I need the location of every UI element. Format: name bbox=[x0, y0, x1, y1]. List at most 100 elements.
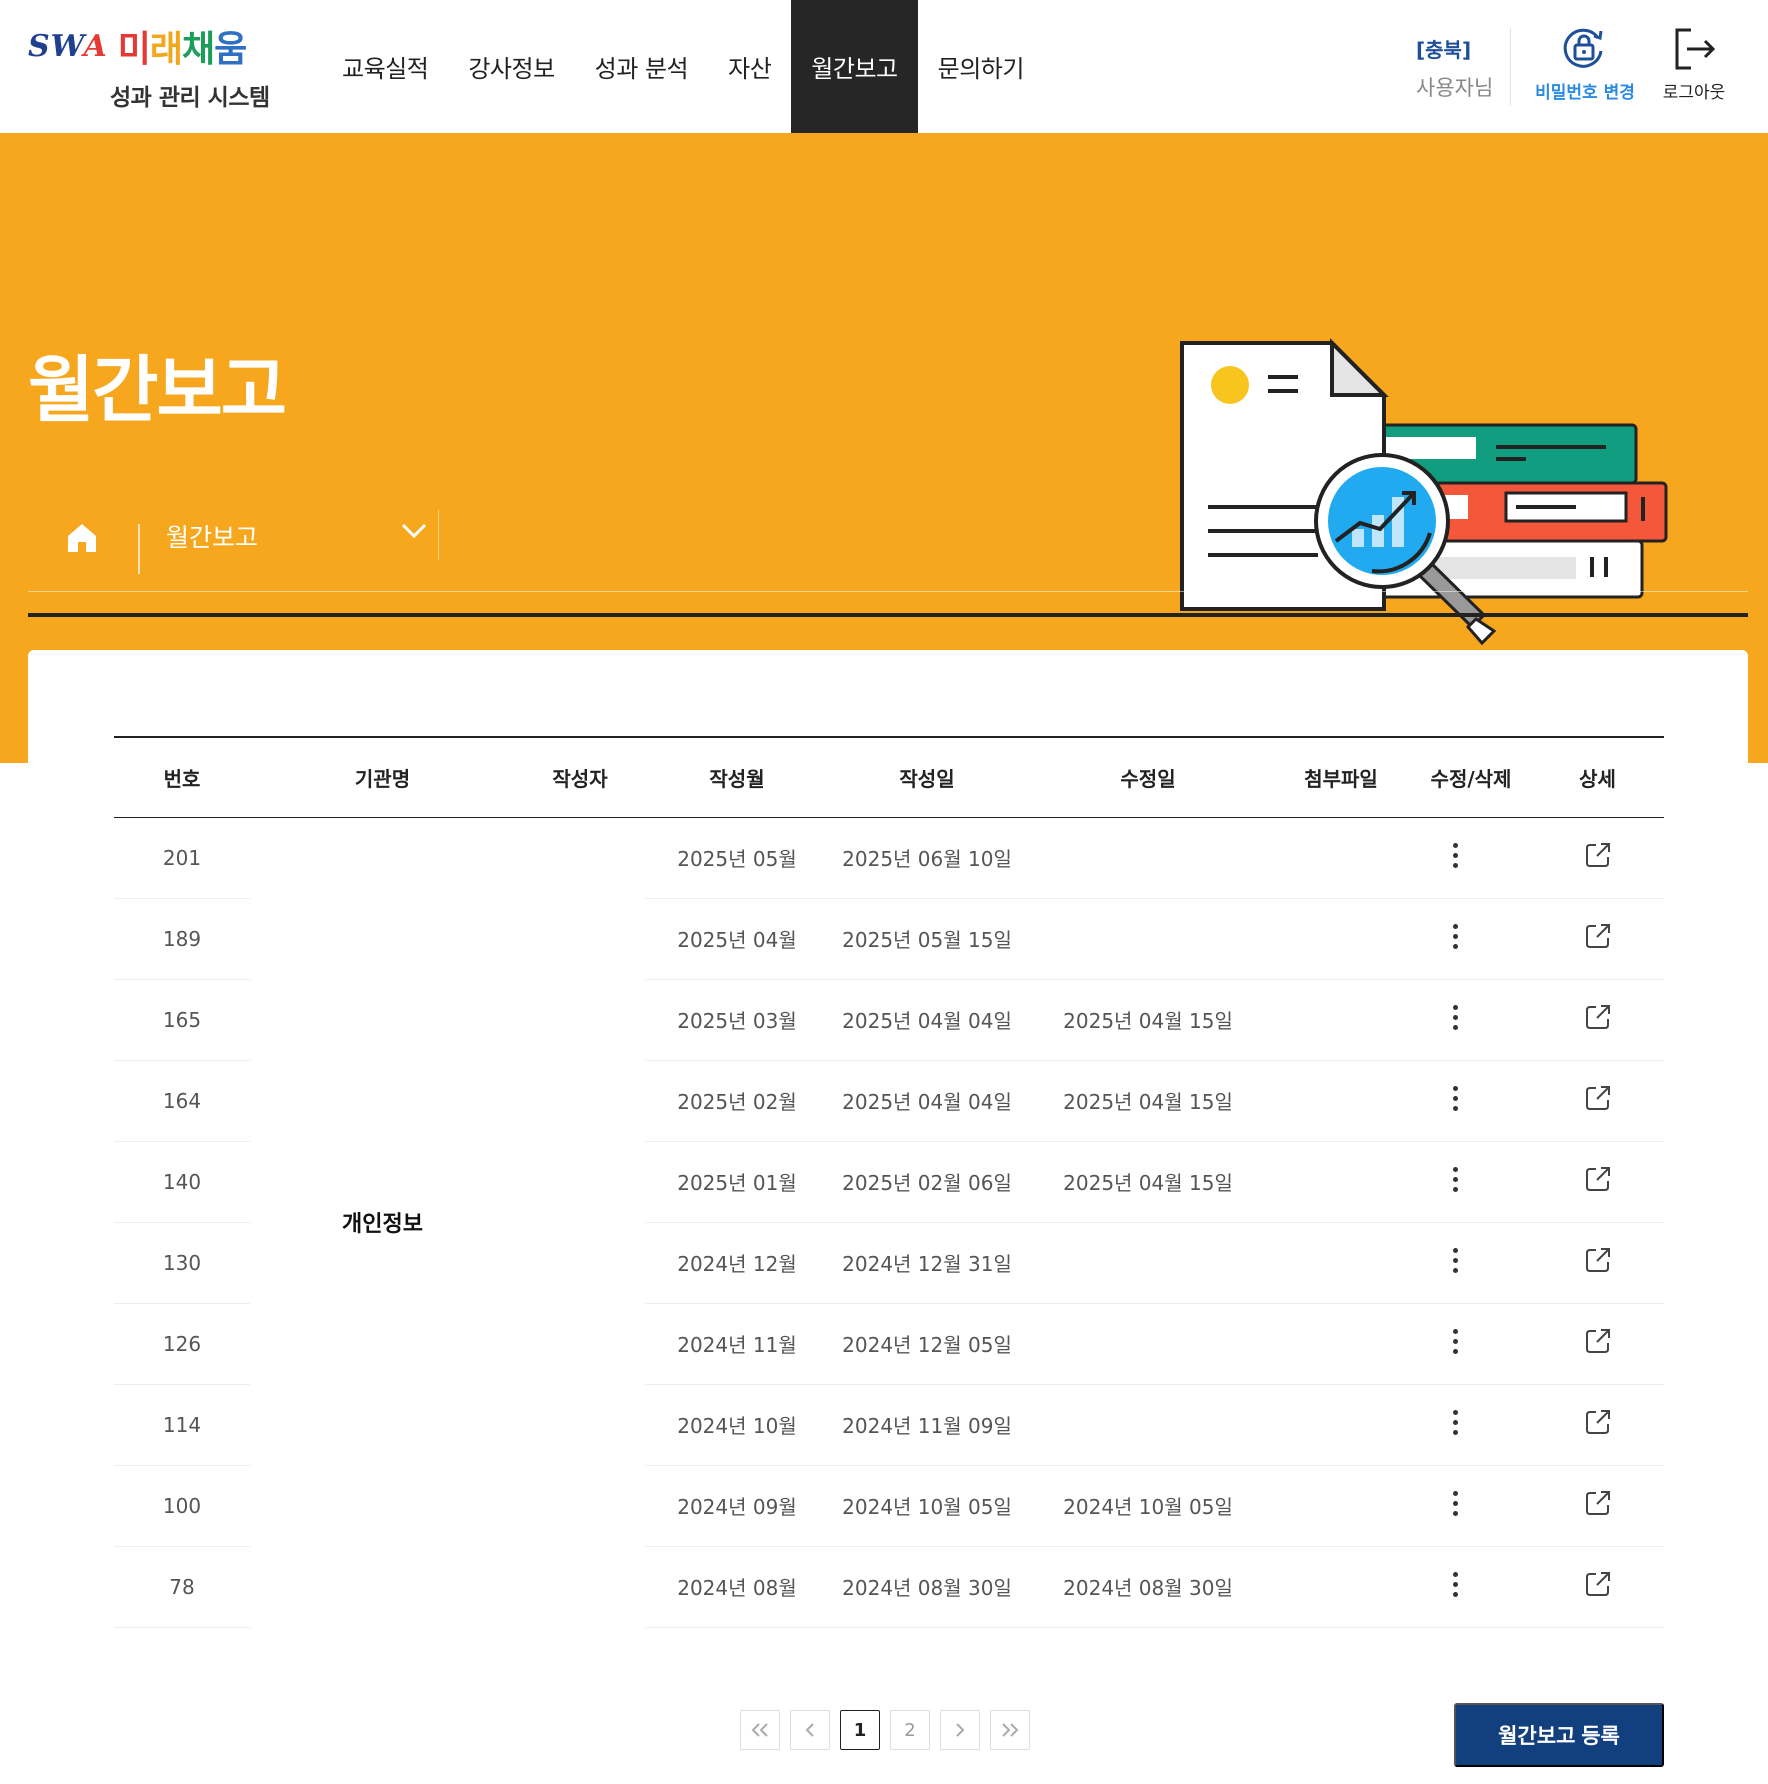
nav-item-education[interactable]: 교육실적 bbox=[322, 0, 448, 133]
nav-item-assets[interactable]: 자산 bbox=[708, 0, 791, 133]
more-vertical-icon[interactable] bbox=[1440, 1321, 1470, 1361]
nav-item-analysis[interactable]: 성과 분석 bbox=[575, 0, 708, 133]
cell-modified-date bbox=[1025, 1303, 1271, 1385]
external-link-icon[interactable] bbox=[1583, 1002, 1613, 1032]
user-region: [충북] bbox=[1416, 38, 1472, 62]
cell-month: 2025년 03월 bbox=[645, 979, 829, 1061]
cell-created-date: 2025년 04월 04일 bbox=[829, 1060, 1025, 1142]
change-password-button[interactable]: 비밀번호 변경 bbox=[1526, 20, 1644, 110]
logo-mark: SWA 미래채움 bbox=[28, 26, 247, 71]
more-vertical-icon[interactable] bbox=[1440, 1483, 1470, 1523]
col-header-writer: 작성자 bbox=[515, 737, 645, 818]
external-link-icon[interactable] bbox=[1583, 1569, 1613, 1599]
nav-item-monthly-report[interactable]: 월간보고 bbox=[791, 0, 918, 133]
col-header-no: 번호 bbox=[114, 737, 250, 818]
cell-no: 201 bbox=[114, 817, 250, 899]
cell-attachment bbox=[1271, 1141, 1411, 1223]
cell-edit-delete bbox=[1411, 1222, 1531, 1304]
nav-item-inquiry[interactable]: 문의하기 bbox=[918, 0, 1044, 133]
cell-edit-delete bbox=[1411, 1465, 1531, 1547]
next-page-button[interactable] bbox=[940, 1710, 980, 1750]
cell-modified-date: 2024년 10월 05일 bbox=[1025, 1465, 1271, 1547]
col-header-created: 작성일 bbox=[829, 737, 1025, 818]
cell-detail bbox=[1531, 1141, 1664, 1223]
monthly-report-table: 번호 기관명 작성자 작성월 작성일 수정일 첨부파일 수정/삭제 상세 201… bbox=[114, 736, 1664, 1628]
col-header-modified: 수정일 bbox=[1025, 737, 1271, 818]
cell-detail bbox=[1531, 1060, 1664, 1142]
cell-created-date: 2024년 12월 05일 bbox=[829, 1303, 1025, 1385]
logo-name: 미래채움 bbox=[117, 29, 248, 70]
cell-attachment bbox=[1271, 898, 1411, 980]
logout-icon bbox=[1675, 28, 1716, 70]
cell-no: 189 bbox=[114, 898, 250, 980]
cell-created-date: 2025년 05월 15일 bbox=[829, 898, 1025, 980]
pagination: 1 2 bbox=[740, 1710, 1030, 1750]
cell-created-date: 2024년 10월 05일 bbox=[829, 1465, 1025, 1547]
report-table-wrap: 번호 기관명 작성자 작성월 작성일 수정일 첨부파일 수정/삭제 상세 201… bbox=[114, 736, 1664, 1628]
cell-attachment bbox=[1271, 1303, 1411, 1385]
table-row: 201 개인정보 2025년 05월 2025년 06월 10일 bbox=[114, 817, 1664, 1237]
cell-modified-date: 2025년 04월 15일 bbox=[1025, 979, 1271, 1061]
cell-no: 165 bbox=[114, 979, 250, 1061]
more-vertical-icon[interactable] bbox=[1440, 916, 1470, 956]
user-name: 사용자님 bbox=[1416, 76, 1494, 100]
page-button-1[interactable]: 1 bbox=[840, 1710, 880, 1750]
cell-created-date: 2024년 11월 09일 bbox=[829, 1384, 1025, 1466]
more-vertical-icon[interactable] bbox=[1440, 1240, 1470, 1280]
more-vertical-icon[interactable] bbox=[1440, 997, 1470, 1037]
external-link-icon[interactable] bbox=[1583, 1245, 1613, 1275]
table-header-row: 번호 기관명 작성자 작성월 작성일 수정일 첨부파일 수정/삭제 상세 bbox=[114, 737, 1664, 818]
cell-attachment bbox=[1271, 1222, 1411, 1304]
cell-created-date: 2025년 02월 06일 bbox=[829, 1141, 1025, 1223]
cell-edit-delete bbox=[1411, 898, 1531, 980]
prev-page-button[interactable] bbox=[790, 1710, 830, 1750]
logo-brand: SWA bbox=[28, 28, 108, 64]
logo-subtitle: 성과 관리 시스템 bbox=[110, 85, 270, 111]
external-link-icon[interactable] bbox=[1583, 1407, 1613, 1437]
logout-button[interactable]: 로그아웃 bbox=[1650, 20, 1738, 110]
cell-detail bbox=[1531, 1465, 1664, 1547]
logout-label: 로그아웃 bbox=[1662, 83, 1726, 103]
cell-edit-delete bbox=[1411, 1141, 1531, 1223]
external-link-icon[interactable] bbox=[1583, 1488, 1613, 1518]
site-header: SWA 미래채움 성과 관리 시스템 교육실적 강사정보 성과 분석 자산 월간… bbox=[0, 0, 1768, 133]
more-vertical-icon[interactable] bbox=[1440, 1564, 1470, 1604]
first-page-button[interactable] bbox=[740, 1710, 780, 1750]
table-body: 201 개인정보 2025년 05월 2025년 06월 10일 189 2025년 04… bbox=[114, 817, 1664, 1628]
breadcrumb-menu-select[interactable]: 월간보고 bbox=[140, 494, 438, 578]
cell-edit-delete bbox=[1411, 1060, 1531, 1142]
external-link-icon[interactable] bbox=[1583, 1083, 1613, 1113]
cell-org-name: 개인정보 bbox=[342, 1212, 423, 1238]
cell-attachment bbox=[1271, 1060, 1411, 1142]
cell-detail bbox=[1531, 979, 1664, 1061]
home-icon[interactable] bbox=[64, 518, 100, 558]
more-vertical-icon[interactable] bbox=[1440, 1078, 1470, 1118]
cell-month: 2024년 11월 bbox=[645, 1303, 829, 1385]
cell-no: 126 bbox=[114, 1303, 250, 1385]
more-vertical-icon[interactable] bbox=[1440, 1159, 1470, 1199]
col-header-month: 작성월 bbox=[645, 737, 829, 818]
nav-item-instructor[interactable]: 강사정보 bbox=[448, 0, 574, 133]
external-link-icon[interactable] bbox=[1583, 921, 1613, 951]
more-vertical-icon[interactable] bbox=[1440, 835, 1470, 875]
register-monthly-report-button[interactable]: 월간보고 등록 bbox=[1454, 1703, 1664, 1767]
cell-detail bbox=[1531, 898, 1664, 980]
external-link-icon[interactable] bbox=[1583, 840, 1613, 870]
breadcrumb-separator bbox=[438, 510, 439, 560]
lock-refresh-icon bbox=[1563, 28, 1603, 68]
page-button-2[interactable]: 2 bbox=[890, 1710, 930, 1750]
main-nav: 교육실적 강사정보 성과 분석 자산 월간보고 문의하기 bbox=[322, 0, 1044, 133]
cell-writer bbox=[515, 817, 645, 1627]
external-link-icon[interactable] bbox=[1583, 1164, 1613, 1194]
external-link-icon[interactable] bbox=[1583, 1326, 1613, 1356]
cell-created-date: 2025년 04월 04일 bbox=[829, 979, 1025, 1061]
more-vertical-icon[interactable] bbox=[1440, 1402, 1470, 1442]
cell-edit-delete bbox=[1411, 817, 1531, 899]
double-chevron-right-icon bbox=[1002, 1723, 1019, 1737]
last-page-button[interactable] bbox=[990, 1710, 1030, 1750]
col-header-attachment: 첨부파일 bbox=[1271, 737, 1411, 818]
cell-edit-delete bbox=[1411, 1384, 1531, 1466]
cell-month: 2024년 09월 bbox=[645, 1465, 829, 1547]
site-logo[interactable]: SWA 미래채움 성과 관리 시스템 bbox=[28, 18, 288, 118]
cell-modified-date bbox=[1025, 898, 1271, 980]
